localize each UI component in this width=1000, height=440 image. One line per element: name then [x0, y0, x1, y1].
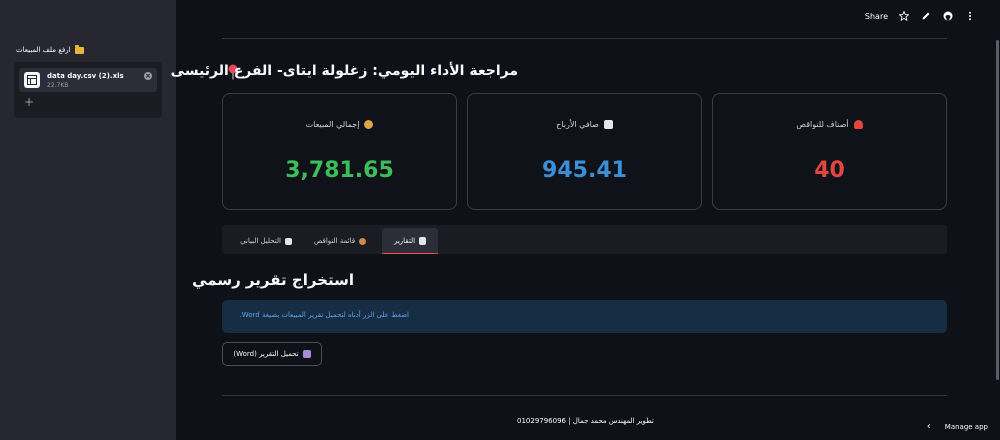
chart-up-icon [603, 120, 613, 129]
remove-file-icon[interactable]: × [144, 72, 152, 80]
tab-label: قائمة النواقص [313, 237, 356, 245]
metric-label: أصناف للنواقص [796, 120, 849, 129]
metric-card-profit: صافي الأرباح 945.41 [467, 93, 702, 210]
tab-label: التقارير [393, 236, 416, 245]
more-options-icon[interactable] [964, 10, 976, 22]
toolbar: Share [865, 10, 976, 22]
tab-analysis[interactable]: التحليل البياني [228, 228, 304, 254]
metric-label-row: أصناف للنواقص [713, 120, 946, 129]
download-label: تحميل التقرير (Word) [233, 350, 299, 358]
metric-card-shortages: أصناف للنواقص 40 [712, 93, 947, 210]
chevron-left-icon: ‹ [926, 421, 931, 432]
page-title: مراجعة الأداء اليومي: زغلولة ايتاى- الفر… [170, 63, 518, 79]
cookie-icon [359, 237, 367, 245]
uploaded-file: data day.csv (2).xls 22.7KB × [19, 68, 157, 92]
money-bag-icon [364, 120, 374, 129]
uploader-label-row: ارفع ملف المبيعات [16, 44, 84, 54]
document-icon [419, 236, 427, 245]
info-alert: اضغط على الزر أدناه لتحميل تقرير المبيعا… [222, 300, 947, 333]
tab-shortages[interactable]: قائمة النواقص [306, 228, 374, 254]
file-uploader[interactable]: data day.csv (2).xls 22.7KB × + [14, 62, 162, 118]
tab-reports[interactable]: التقارير [382, 228, 438, 254]
footer-credit: تطوير المهندس محمد جمال | 01029796096 [517, 417, 654, 425]
metric-label: صافي الأرباح [556, 120, 599, 129]
file-name: data day.csv (2).xls [47, 72, 124, 80]
download-report-button[interactable]: تحميل التقرير (Word) [222, 342, 322, 366]
manage-app-button[interactable]: ‹ Manage app [927, 421, 988, 432]
divider [222, 395, 947, 396]
file-icon [24, 72, 40, 88]
alarm-icon [853, 120, 863, 129]
star-icon[interactable] [898, 10, 910, 22]
scrollbar[interactable] [996, 40, 999, 380]
tab-label: التحليل البياني [240, 237, 281, 245]
folder-icon [74, 44, 84, 54]
inbox-tray-icon [302, 350, 311, 358]
metric-label-row: صافي الأرباح [468, 120, 701, 129]
manage-app-label: Manage app [944, 422, 988, 431]
add-file-icon[interactable]: + [24, 96, 34, 108]
metric-label-row: إجمالي المبيعات [223, 120, 456, 129]
metric-value: 3,781.65 [285, 158, 394, 183]
share-button[interactable]: Share [865, 12, 888, 21]
info-text: اضغط على الزر أدناه لتحميل تقرير المبيعا… [239, 311, 409, 319]
metric-value: 945.41 [542, 158, 627, 183]
uploader-label: ارفع ملف المبيعات [16, 46, 71, 54]
tab-bar: التقارير قائمة النواقص التحليل البياني [222, 225, 947, 254]
file-size: 22.7KB [47, 82, 69, 89]
chart-icon [284, 237, 292, 245]
metric-label: إجمالي المبيعات [305, 120, 360, 129]
metric-value: 40 [814, 158, 845, 183]
divider [222, 38, 947, 39]
section-title: استخراج تقرير رسمي [192, 271, 354, 289]
github-icon[interactable] [942, 10, 954, 22]
edit-icon[interactable] [920, 10, 932, 22]
metric-card-sales: إجمالي المبيعات 3,781.65 [222, 93, 457, 210]
sidebar: ارفع ملف المبيعات data day.csv (2).xls 2… [0, 0, 176, 440]
